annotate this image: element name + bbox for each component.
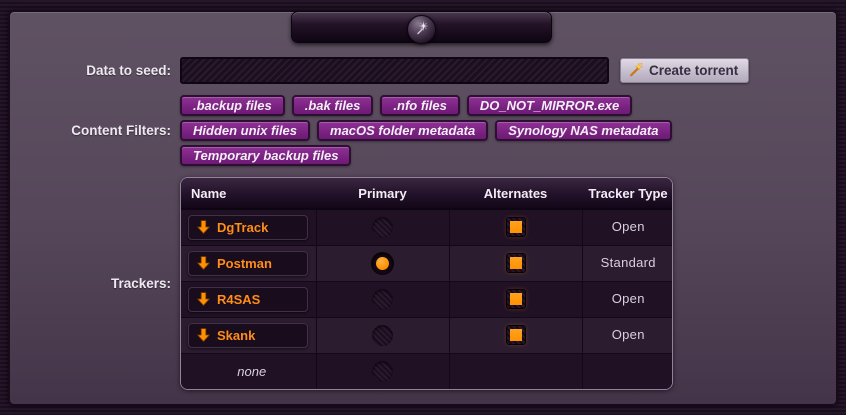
data-to-seed-input[interactable]	[180, 57, 609, 84]
tracker-link-button[interactable]: Skank	[188, 323, 308, 348]
tracker-name-label: R4SAS	[217, 292, 260, 307]
tracker-link-button[interactable]: R4SAS	[188, 287, 308, 312]
primary-radio[interactable]	[372, 253, 393, 274]
tracker-link-button[interactable]: Postman	[188, 251, 308, 276]
content-filter-button[interactable]: Synology NAS metadata	[495, 120, 671, 141]
tracker-type-label: Open	[612, 291, 645, 306]
tracker-type-label: Standard	[601, 255, 656, 270]
alternate-checkbox[interactable]	[506, 253, 526, 273]
magic-wand-icon	[628, 62, 644, 78]
tracker-name-cell: DgTrack	[181, 209, 316, 245]
content-filters-row: Content Filters: .backup files .bak files…	[10, 95, 836, 166]
alternates-cell	[449, 281, 582, 317]
tracker-type-cell: Standard	[582, 245, 673, 281]
content-filter-button[interactable]: Hidden unix files	[180, 120, 310, 141]
header-primary: Primary	[316, 178, 449, 209]
tracker-type-label: Open	[612, 219, 645, 234]
tracker-name-cell: Postman	[181, 245, 316, 281]
table-header-row: Name Primary Alternates Tracker Type	[181, 178, 673, 209]
alternates-cell	[449, 353, 582, 389]
create-torrent-screen: { "colors": { "accent_orange": "#ff9100"…	[0, 0, 846, 415]
alternates-cell	[449, 245, 582, 281]
alternates-cell	[449, 317, 582, 353]
primary-cell	[316, 209, 449, 245]
tracker-none-label: none	[188, 364, 316, 379]
tracker-name-label: Skank	[217, 328, 255, 343]
down-arrow-icon	[197, 220, 210, 234]
alternate-checkbox[interactable]	[506, 217, 526, 237]
tracker-name-cell: Skank	[181, 317, 316, 353]
tracker-link-button[interactable]: DgTrack	[188, 215, 308, 240]
tracker-table-row: R4SAS Open	[181, 281, 673, 317]
tracker-name-label: DgTrack	[217, 220, 268, 235]
data-to-seed-row: Data to seed: Create torrent	[10, 57, 836, 84]
create-torrent-header-bar	[291, 11, 552, 43]
content-filters-label: Content Filters:	[10, 123, 180, 138]
tracker-table-row: Skank Open	[181, 317, 673, 353]
content-filter-button[interactable]: macOS folder metadata	[317, 120, 488, 141]
trackers-table-body: DgTrack Open Postman	[181, 209, 673, 389]
content-filter-button[interactable]: DO_NOT_MIRROR.exe	[467, 95, 632, 116]
alternate-checkbox[interactable]	[506, 289, 526, 309]
magic-wand-sparkle-icon[interactable]	[407, 15, 436, 44]
primary-radio[interactable]	[372, 325, 393, 346]
primary-radio[interactable]	[372, 289, 393, 310]
tracker-name-cell: R4SAS	[181, 281, 316, 317]
down-arrow-icon	[197, 328, 210, 342]
primary-cell	[316, 317, 449, 353]
tracker-name-cell: none	[181, 353, 316, 389]
header-tracker-type: Tracker Type	[582, 178, 673, 209]
tracker-type-cell: Open	[582, 209, 673, 245]
primary-cell	[316, 245, 449, 281]
content-filter-button[interactable]: .nfo files	[380, 95, 459, 116]
trackers-label: Trackers:	[10, 276, 180, 291]
down-arrow-icon	[197, 256, 210, 270]
tracker-type-label: Open	[612, 327, 645, 342]
tracker-type-cell: Open	[582, 317, 673, 353]
trackers-table-wrap: Name Primary Alternates Tracker Type DgT…	[180, 177, 673, 390]
alternate-checkbox[interactable]	[506, 325, 526, 345]
primary-radio[interactable]	[372, 361, 393, 382]
primary-cell	[316, 353, 449, 389]
main-panel: Data to seed: Create torrent Content Fil…	[8, 10, 838, 406]
tracker-type-cell: Open	[582, 281, 673, 317]
data-to-seed-label: Data to seed:	[10, 63, 180, 78]
header-alternates: Alternates	[449, 178, 582, 209]
content-filter-button[interactable]: Temporary backup files	[180, 145, 351, 166]
tracker-name-label: Postman	[217, 256, 272, 271]
trackers-table: Name Primary Alternates Tracker Type DgT…	[181, 178, 673, 389]
alternates-cell	[449, 209, 582, 245]
down-arrow-icon	[197, 292, 210, 306]
content-filter-button[interactable]: .bak files	[292, 95, 374, 116]
create-torrent-label: Create torrent	[649, 63, 738, 78]
content-filter-button[interactable]: .backup files	[180, 95, 285, 116]
primary-radio[interactable]	[372, 217, 393, 238]
tracker-type-cell	[582, 353, 673, 389]
tracker-table-row: DgTrack Open	[181, 209, 673, 245]
tracker-table-row: none	[181, 353, 673, 389]
tracker-table-row: Postman Standard	[181, 245, 673, 281]
header-name: Name	[181, 178, 316, 209]
primary-cell	[316, 281, 449, 317]
content-filters-group: .backup files .bak files .nfo files DO_NOT_…	[180, 95, 680, 166]
create-torrent-button[interactable]: Create torrent	[620, 58, 749, 83]
trackers-row: Trackers: Name Primary Alternates Tracke…	[10, 177, 836, 390]
